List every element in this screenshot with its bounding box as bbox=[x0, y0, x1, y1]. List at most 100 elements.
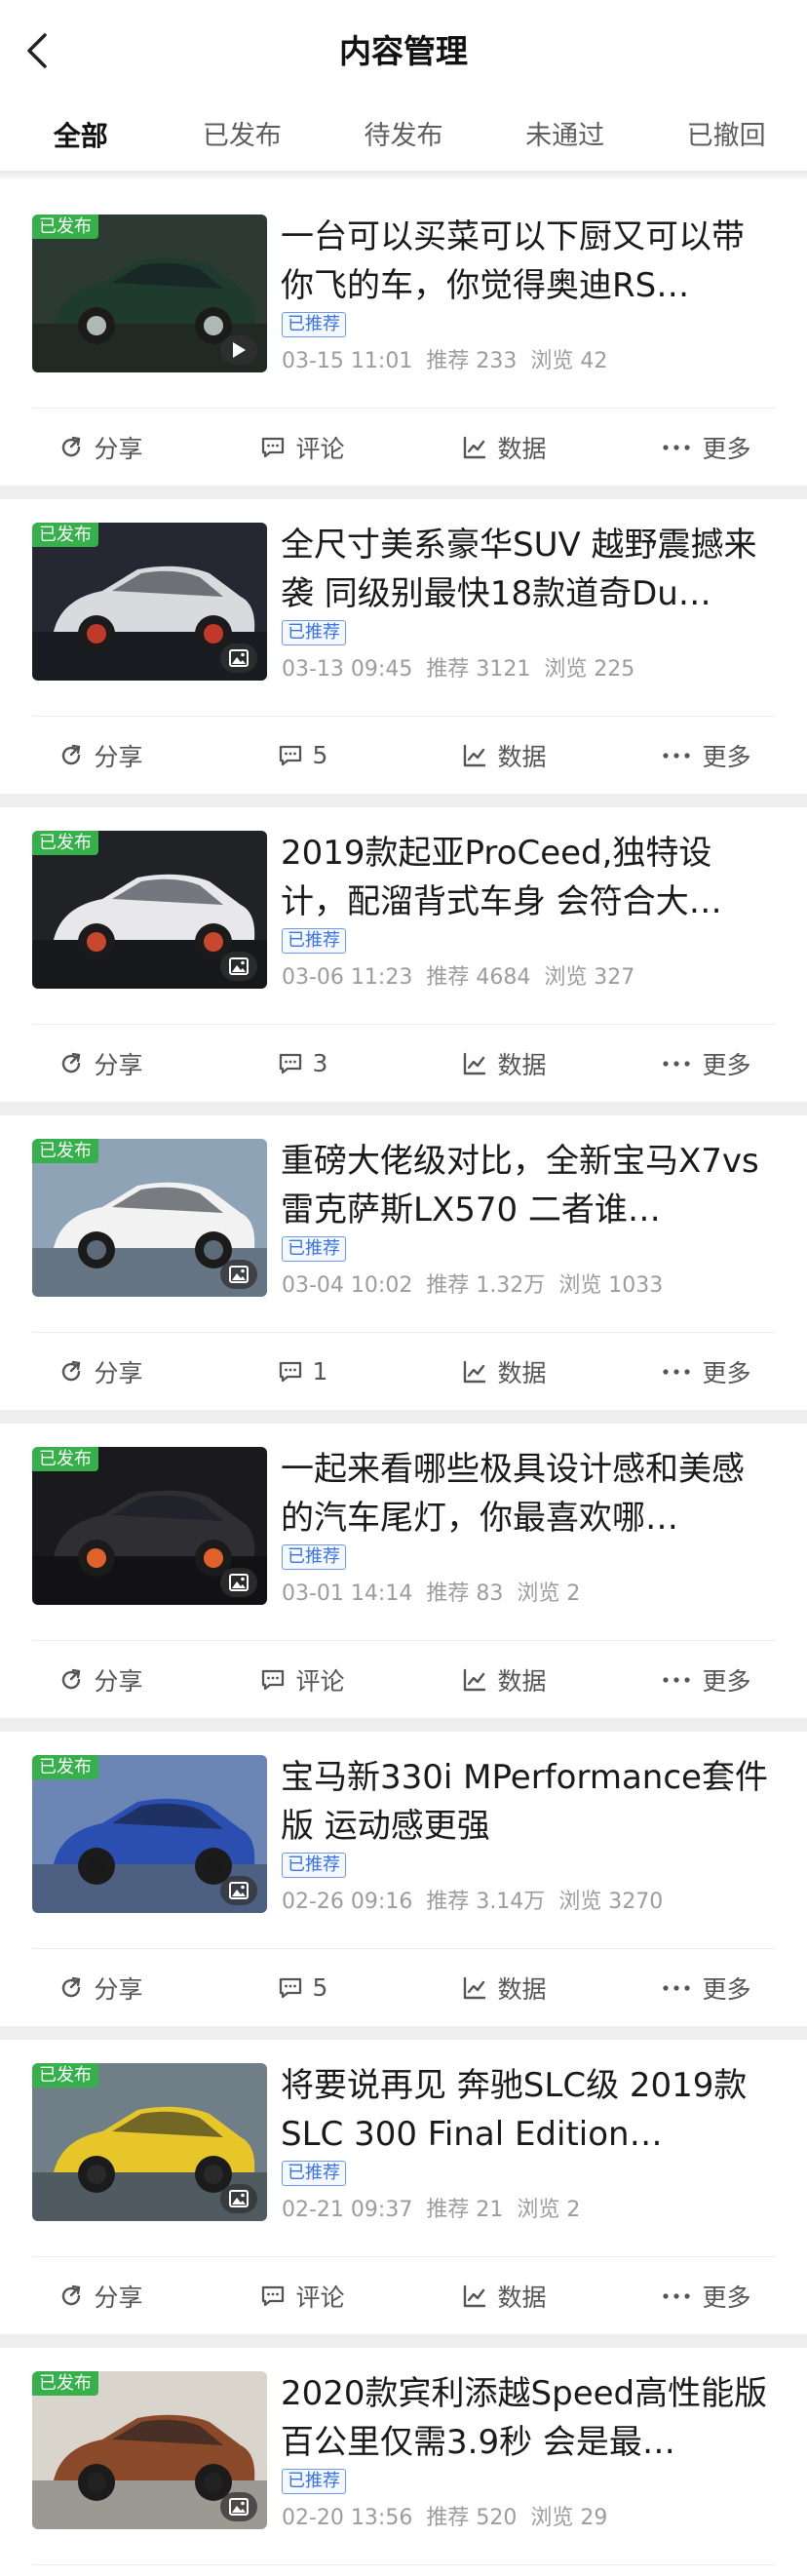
recommended-tag: 已推荐 bbox=[282, 2469, 346, 2494]
article-thumbnail[interactable]: 已发布 bbox=[32, 215, 267, 372]
comment-label: 评论 bbox=[295, 1666, 345, 1696]
comment-button[interactable]: 评论 bbox=[202, 2257, 404, 2334]
more-button[interactable]: 更多 bbox=[605, 1025, 807, 1102]
status-badge: 已发布 bbox=[32, 1755, 98, 1779]
article-thumbnail[interactable]: 已发布 bbox=[32, 2063, 267, 2221]
card-separator bbox=[0, 1410, 807, 1424]
share-button[interactable]: 分享 bbox=[0, 409, 202, 486]
more-label: 更多 bbox=[702, 2283, 751, 2312]
recommended-tag: 已推荐 bbox=[282, 1236, 346, 1262]
tab-pending[interactable]: 待发布 bbox=[323, 101, 484, 172]
data-button[interactable]: 数据 bbox=[404, 717, 605, 794]
tab-published[interactable]: 已发布 bbox=[162, 101, 324, 172]
more-label: 更多 bbox=[702, 1666, 751, 1696]
article-meta: 02-26 09:16 推荐 3.14万 浏览 3270 bbox=[282, 1888, 676, 1917]
data-button[interactable]: 数据 bbox=[404, 409, 605, 486]
article-title[interactable]: 将要说再见 奔驰SLC级 2019款 SLC 300 Final Edition… bbox=[281, 2061, 768, 2159]
publish-time: 03-04 10:02 bbox=[282, 1273, 413, 1298]
share-button[interactable]: 分享 bbox=[0, 1333, 202, 1410]
more-button[interactable]: 更多 bbox=[605, 1949, 807, 2026]
article-card[interactable]: 已发布 一起来看哪些极具设计感和美感的汽车尾灯，你最喜欢哪… 已推荐 03-01 14… bbox=[0, 1424, 807, 1718]
article-title[interactable]: 2020款宾利添越Speed高性能版 百公里仅需3.9秒 会是最… bbox=[281, 2369, 768, 2467]
chart-icon bbox=[464, 1360, 486, 1383]
recommend-count: 推荐 233 bbox=[426, 349, 518, 373]
article-title[interactable]: 2019款起亚ProCeed,独特设计，配溜背式车身 会符合大… bbox=[281, 829, 768, 926]
tab-withdrawn[interactable]: 已撤回 bbox=[645, 101, 807, 172]
card-separator bbox=[0, 794, 807, 807]
article-title[interactable]: 一起来看哪些极具设计感和美感的汽车尾灯，你最喜欢哪… bbox=[281, 1445, 768, 1542]
share-button[interactable]: 分享 bbox=[0, 2257, 202, 2334]
chart-icon bbox=[464, 744, 486, 766]
article-card[interactable]: 已发布 宝马新330i MPerformance套件版 运动感更强 已推荐 02-26… bbox=[0, 1732, 807, 2026]
data-button[interactable]: 数据 bbox=[404, 1025, 605, 1102]
publish-time: 02-21 09:37 bbox=[282, 2198, 413, 2222]
recommended-tag: 已推荐 bbox=[282, 312, 346, 337]
more-button[interactable]: 更多 bbox=[605, 2257, 807, 2334]
media-type-badge bbox=[220, 2492, 257, 2521]
view-count: 浏览 225 bbox=[544, 657, 635, 682]
article-title[interactable]: 一台可以买菜可以下厨又可以带你飞的车，你觉得奥迪RS… bbox=[281, 213, 768, 310]
tabs-shadow bbox=[0, 172, 807, 181]
article-meta: 03-06 11:23 推荐 4684 浏览 327 bbox=[282, 963, 648, 993]
data-button[interactable]: 数据 bbox=[404, 2565, 605, 2576]
media-type-badge bbox=[220, 2184, 257, 2213]
article-thumbnail[interactable]: 已发布 bbox=[32, 523, 267, 681]
action-bar: 分享 5 数据 更多 bbox=[0, 1949, 807, 2026]
article-card[interactable]: 已发布 全尺寸美系豪华SUV 越野震撼来袭 同级别最快18款道奇Du… 已推荐 03-… bbox=[0, 499, 807, 794]
share-button[interactable]: 分享 bbox=[0, 717, 202, 794]
more-button[interactable]: 更多 bbox=[605, 1333, 807, 1410]
chart-icon bbox=[464, 1976, 486, 1999]
article-title[interactable]: 宝马新330i MPerformance套件版 运动感更强 bbox=[281, 1753, 768, 1851]
article-card[interactable]: 已发布 2019款起亚ProCeed,独特设计，配溜背式车身 会符合大… 已推荐 03… bbox=[0, 807, 807, 1102]
data-button[interactable]: 数据 bbox=[404, 1641, 605, 1718]
image-icon bbox=[229, 2498, 249, 2516]
article-card[interactable]: 已发布 一台可以买菜可以下厨又可以带你飞的车，你觉得奥迪RS… 已推荐 03-15 1… bbox=[0, 191, 807, 486]
comment-button[interactable]: 5 bbox=[202, 717, 404, 794]
article-title[interactable]: 全尺寸美系豪华SUV 越野震撼来袭 同级别最快18款道奇Du… bbox=[281, 521, 768, 618]
comment-button[interactable]: 5 bbox=[202, 1949, 404, 2026]
share-button[interactable]: 分享 bbox=[0, 1949, 202, 2026]
more-label: 更多 bbox=[702, 1974, 751, 2004]
share-button[interactable]: 分享 bbox=[0, 1025, 202, 1102]
share-button[interactable]: 分享 bbox=[0, 2565, 202, 2576]
more-label: 更多 bbox=[702, 1358, 751, 1387]
share-button[interactable]: 分享 bbox=[0, 1641, 202, 1718]
more-button[interactable]: 更多 bbox=[605, 717, 807, 794]
share-icon bbox=[62, 1360, 81, 1381]
more-button[interactable]: 更多 bbox=[605, 409, 807, 486]
recommend-count: 推荐 520 bbox=[426, 2506, 518, 2530]
publish-time: 03-15 11:01 bbox=[282, 349, 413, 373]
article-title[interactable]: 重磅大佬级对比，全新宝马X7vs雷克萨斯LX570 二者谁… bbox=[281, 1137, 768, 1234]
tab-rejected[interactable]: 未通过 bbox=[484, 101, 646, 172]
article-thumbnail[interactable]: 已发布 bbox=[32, 1447, 267, 1605]
article-thumbnail[interactable]: 已发布 bbox=[32, 1755, 267, 1913]
data-button[interactable]: 数据 bbox=[404, 2257, 605, 2334]
image-icon bbox=[229, 2190, 249, 2207]
article-thumbnail[interactable]: 已发布 bbox=[32, 2371, 267, 2529]
more-button[interactable]: 更多 bbox=[605, 2565, 807, 2576]
data-button[interactable]: 数据 bbox=[404, 1949, 605, 2026]
article-card[interactable]: 已发布 将要说再见 奔驰SLC级 2019款 SLC 300 Final Edit… bbox=[0, 2040, 807, 2334]
comment-label: 3 bbox=[312, 1049, 328, 1077]
data-label: 数据 bbox=[497, 1358, 547, 1387]
article-card[interactable]: 已发布 重磅大佬级对比，全新宝马X7vs雷克萨斯LX570 二者谁… 已推荐 03-0… bbox=[0, 1115, 807, 1410]
status-badge: 已发布 bbox=[32, 831, 98, 855]
chart-icon bbox=[464, 1052, 486, 1074]
article-thumbnail[interactable]: 已发布 bbox=[32, 1139, 267, 1297]
comment-icon bbox=[279, 1977, 301, 1998]
media-type-badge bbox=[220, 1260, 257, 1289]
article-card[interactable]: 已发布 2020款宾利添越Speed高性能版 百公里仅需3.9秒 会是最… 已推荐 0… bbox=[0, 2348, 807, 2576]
comment-button[interactable]: 评论 bbox=[202, 409, 404, 486]
data-button[interactable]: 数据 bbox=[404, 1333, 605, 1410]
article-thumbnail[interactable]: 已发布 bbox=[32, 831, 267, 989]
comment-button[interactable]: 1 bbox=[202, 1333, 404, 1410]
comment-button[interactable]: 评论 bbox=[202, 1641, 404, 1718]
card-separator bbox=[0, 2026, 807, 2040]
more-button[interactable]: 更多 bbox=[605, 1641, 807, 1718]
media-type-badge bbox=[220, 1876, 257, 1905]
tab-all[interactable]: 全部 bbox=[0, 101, 162, 172]
comment-button[interactable]: 3 bbox=[202, 1025, 404, 1102]
recommended-tag: 已推荐 bbox=[282, 620, 346, 645]
recommended-tag: 已推荐 bbox=[282, 1544, 346, 1570]
comment-button[interactable]: 1 bbox=[202, 2565, 404, 2576]
